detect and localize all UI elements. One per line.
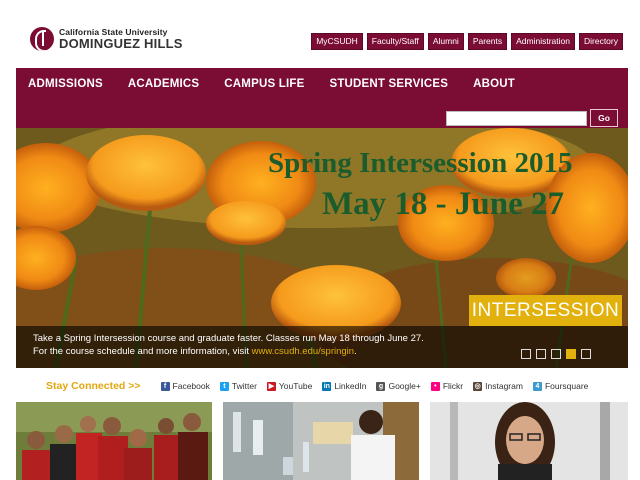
csudh-seal-icon — [30, 27, 54, 51]
facebook-icon: f — [160, 381, 170, 391]
social-bar: Stay Connected >> f Facebook t Twitter ▶… — [46, 380, 598, 392]
quick-link-directory[interactable]: Directory — [578, 33, 623, 50]
nav-campus-life[interactable]: CAMPUS LIFE — [224, 78, 304, 90]
stay-connected-heading[interactable]: Stay Connected >> — [46, 380, 141, 392]
logo-line-2: DOMINGUEZ HILLS — [59, 36, 183, 52]
main-nav: ADMISSIONS ACADEMICS CAMPUS LIFE STUDENT… — [28, 78, 540, 90]
hero-banner[interactable]: Spring Intersession 2015 May 18 - June 2… — [16, 128, 628, 368]
springin-link[interactable]: www.csudh.edu/springin — [252, 346, 354, 357]
slider-dots — [521, 349, 591, 359]
googleplus-icon: g — [376, 381, 386, 391]
student-portrait-photo[interactable] — [430, 402, 628, 480]
social-twitter[interactable]: t Twitter — [219, 381, 257, 391]
social-flickr[interactable]: • Flickr — [430, 381, 463, 391]
nav-about[interactable]: ABOUT — [473, 78, 515, 90]
nav-admissions[interactable]: ADMISSIONS — [28, 78, 103, 90]
search-input[interactable] — [446, 111, 587, 126]
caption-line-2: For the course schedule and more informa… — [33, 346, 252, 357]
slide-dot-1[interactable] — [521, 349, 531, 359]
quick-link-alumni[interactable]: Alumni — [427, 33, 464, 50]
social-foursquare[interactable]: 4 Foursquare — [532, 381, 588, 391]
lab-student-photo[interactable] — [223, 402, 419, 480]
quick-link-mycsudh[interactable]: MyCSUDH — [311, 33, 363, 50]
page: California State University DOMINGUEZ HI… — [0, 0, 640, 480]
university-logo[interactable]: California State University DOMINGUEZ HI… — [30, 27, 183, 51]
hero-title: Spring Intersession 2015 — [268, 147, 573, 179]
flickr-icon: • — [430, 381, 440, 391]
slide-dot-5[interactable] — [581, 349, 591, 359]
search-go-button[interactable]: Go — [590, 109, 618, 127]
social-linkedin[interactable]: in LinkedIn — [322, 381, 366, 391]
quick-link-administration[interactable]: Administration — [511, 33, 575, 50]
nav-student-services[interactable]: STUDENT SERVICES — [329, 78, 448, 90]
caption-line-1: Take a Spring Intersession course and gr… — [33, 333, 424, 344]
instagram-icon: ◎ — [473, 381, 483, 391]
students-group-photo[interactable] — [16, 402, 212, 480]
hero-dates: May 18 - June 27 — [322, 186, 564, 222]
quick-link-faculty-staff[interactable]: Faculty/Staff — [366, 33, 424, 50]
main-navbar: ADMISSIONS ACADEMICS CAMPUS LIFE STUDENT… — [16, 68, 628, 128]
linkedin-icon: in — [322, 381, 332, 391]
slide-dot-4[interactable] — [566, 349, 576, 359]
slide-dot-3[interactable] — [551, 349, 561, 359]
twitter-icon: t — [219, 381, 229, 391]
nav-academics[interactable]: ACADEMICS — [128, 78, 199, 90]
social-facebook[interactable]: f Facebook — [160, 381, 210, 391]
quick-links: MyCSUDH Faculty/Staff Alumni Parents Adm… — [311, 33, 623, 50]
slide-dot-2[interactable] — [536, 349, 546, 359]
quick-link-parents[interactable]: Parents — [467, 33, 508, 50]
social-youtube[interactable]: ▶ YouTube — [266, 381, 312, 391]
intersession-badge[interactable]: INTERSESSION — [469, 295, 622, 326]
social-instagram[interactable]: ◎ Instagram — [473, 381, 523, 391]
foursquare-icon: 4 — [532, 381, 542, 391]
hero-caption: Take a Spring Intersession course and gr… — [16, 326, 628, 368]
logo-line-1: California State University — [59, 26, 168, 37]
youtube-icon: ▶ — [266, 381, 276, 391]
social-googleplus[interactable]: g Google+ — [376, 381, 421, 391]
